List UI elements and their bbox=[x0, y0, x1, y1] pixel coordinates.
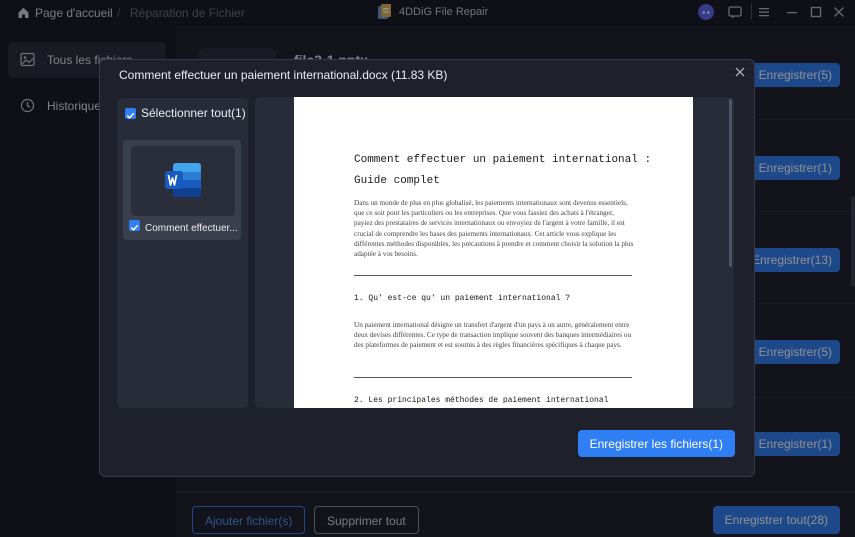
preview-dialog: Comment effectuer un paiement internatio… bbox=[99, 59, 755, 477]
document-heading: 2. Les principales méthodes de paiement … bbox=[354, 396, 609, 405]
select-all-label: Sélectionner tout(1) bbox=[141, 106, 246, 120]
file-card-preview bbox=[131, 146, 235, 216]
file-card[interactable]: Comment effectuer... bbox=[123, 140, 241, 240]
word-icon bbox=[165, 163, 201, 197]
save-files-button[interactable]: Enregistrer les fichiers(1) bbox=[577, 430, 735, 457]
document-divider bbox=[354, 377, 632, 378]
file-list-panel: Sélectionner tout(1) Comment effectuer..… bbox=[117, 98, 248, 408]
document-page: Comment effectuer un paiement internatio… bbox=[294, 97, 693, 408]
document-divider bbox=[354, 275, 632, 276]
dialog-title: Comment effectuer un paiement internatio… bbox=[119, 68, 447, 82]
dialog-filename: Comment effectuer un paiement internatio… bbox=[119, 68, 388, 82]
select-all-checkbox[interactable] bbox=[125, 108, 136, 119]
document-preview[interactable]: Comment effectuer un paiement internatio… bbox=[255, 97, 734, 408]
dialog-filesize: (11.83 KB) bbox=[390, 68, 448, 82]
close-icon[interactable] bbox=[734, 66, 746, 78]
file-card-name: Comment effectuer... bbox=[145, 223, 238, 234]
preview-scrollbar[interactable] bbox=[729, 99, 732, 267]
document-paragraph: Un paiement international désigne un tra… bbox=[354, 321, 632, 350]
file-checkbox[interactable] bbox=[129, 220, 140, 231]
document-title-line: Comment effectuer un paiement internatio… bbox=[354, 154, 652, 166]
document-heading: 1. Qu' est-ce qu' un paiement internatio… bbox=[354, 294, 571, 303]
document-title: Comment effectuer un paiement internatio… bbox=[354, 150, 654, 192]
document-title-line: Guide complet bbox=[354, 175, 440, 187]
check-icon bbox=[126, 112, 135, 119]
document-paragraph: Dans un monde de plus en plus globalisé,… bbox=[354, 199, 634, 259]
check-icon bbox=[130, 224, 139, 231]
